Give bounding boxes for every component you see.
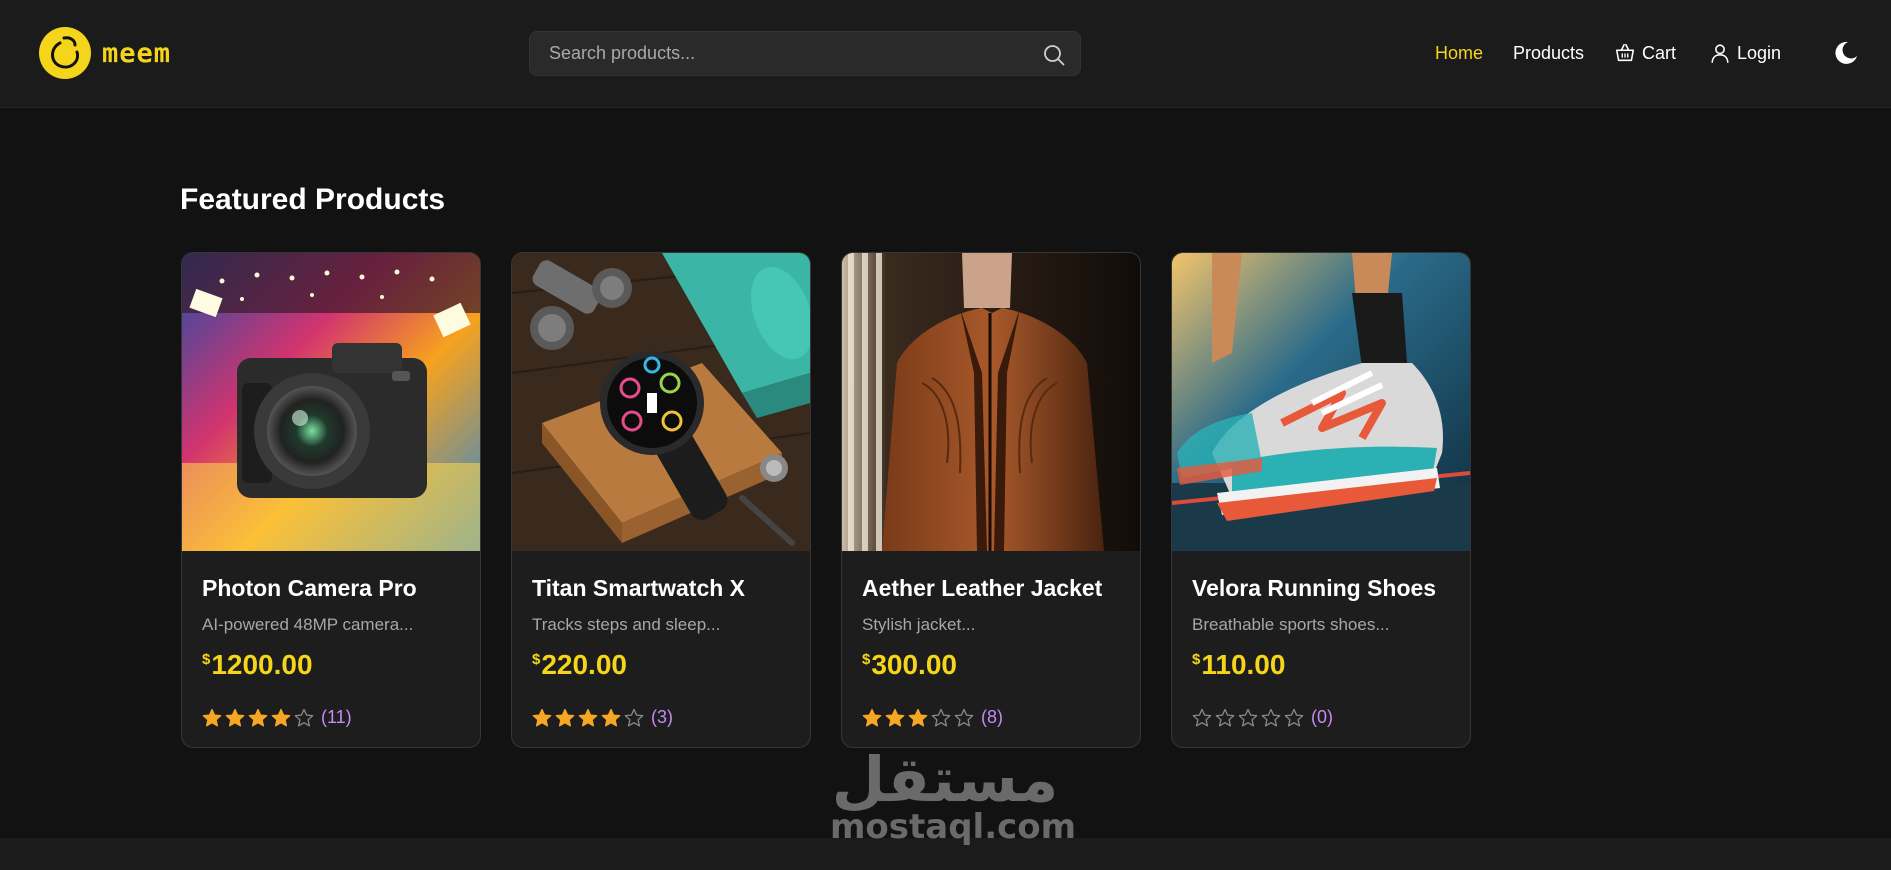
- star-icon: [225, 708, 245, 726]
- product-image-shoes[interactable]: [1172, 253, 1470, 551]
- review-count: (11): [321, 707, 352, 727]
- star-icon: [271, 708, 291, 726]
- product-price: $ 300.00: [862, 649, 1124, 681]
- login-label: Login: [1737, 42, 1782, 63]
- nav-home-link[interactable]: Home: [1435, 40, 1483, 66]
- star-rating: (8): [862, 707, 1124, 728]
- search-icon[interactable]: [1042, 43, 1066, 67]
- watermark-arabic: مستقل: [831, 743, 1059, 816]
- nav-cart-link[interactable]: Cart: [1614, 40, 1676, 66]
- cart-basket-icon: [1615, 43, 1635, 62]
- brand-name: meem: [102, 37, 172, 69]
- user-icon: [1711, 44, 1729, 63]
- product-image-jacket[interactable]: [842, 253, 1140, 551]
- product-description: Tracks steps and sleep...: [532, 615, 721, 634]
- nav-login-link[interactable]: Login: [1709, 40, 1781, 66]
- product-name[interactable]: Titan Smartwatch X: [532, 575, 794, 602]
- price-value: 300.00: [871, 649, 957, 680]
- product-description: AI-powered 48MP camera...: [202, 615, 414, 634]
- product-card[interactable]: Velora Running Shoes Breathable sports s…: [1171, 252, 1471, 748]
- product-image-smartwatch[interactable]: [512, 253, 810, 551]
- section-title: Featured Products: [180, 183, 446, 216]
- product-price: $ 110.00: [1192, 649, 1454, 681]
- product-info: Photon Camera Pro AI-powered 48MP camera…: [202, 575, 464, 728]
- top-header: meem Home Products Cart Login: [0, 0, 1891, 108]
- product-price: $ 1200.00: [202, 649, 464, 681]
- star-icon: [202, 708, 222, 726]
- currency-symbol: $: [1192, 651, 1201, 668]
- search-input[interactable]: [530, 32, 1080, 75]
- logo-icon: [39, 27, 91, 79]
- star-icon: [578, 708, 598, 726]
- star-icon: [908, 708, 928, 726]
- product-info: Aether Leather Jacket Stylish jacket... …: [862, 575, 1124, 728]
- product-card[interactable]: Photon Camera Pro AI-powered 48MP camera…: [181, 252, 481, 748]
- star-icon: [1238, 708, 1258, 726]
- review-count: (3): [651, 707, 673, 727]
- star-icon: [885, 708, 905, 726]
- product-name[interactable]: Photon Camera Pro: [202, 575, 464, 602]
- product-description: Breathable sports shoes...: [1192, 615, 1390, 634]
- product-name[interactable]: Aether Leather Jacket: [862, 575, 1124, 602]
- review-count: (0): [1311, 707, 1333, 727]
- star-icon: [1215, 708, 1235, 726]
- watermark: مستقل mostaql.com: [830, 743, 1077, 857]
- star-rating: (0): [1192, 707, 1454, 728]
- star-icon: [294, 708, 314, 726]
- star-icon: [555, 708, 575, 726]
- moon-icon[interactable]: [1833, 40, 1859, 66]
- product-name[interactable]: Velora Running Shoes: [1192, 575, 1454, 602]
- product-description: Stylish jacket...: [862, 615, 976, 634]
- star-icon: [624, 708, 644, 726]
- star-icon: [954, 708, 974, 726]
- star-icon: [601, 708, 621, 726]
- product-image-camera[interactable]: [182, 253, 480, 551]
- search-bar: [529, 31, 1081, 76]
- nav-products-link[interactable]: Products: [1513, 40, 1584, 66]
- star-icon: [248, 708, 268, 726]
- watermark-latin: mostaql.com: [830, 807, 1077, 847]
- price-value: 110.00: [1201, 649, 1286, 680]
- currency-symbol: $: [202, 651, 211, 668]
- price-value: 220.00: [541, 649, 627, 680]
- star-icon: [1261, 708, 1281, 726]
- product-price: $ 220.00: [532, 649, 794, 681]
- star-icon: [931, 708, 951, 726]
- star-icon: [1284, 708, 1304, 726]
- cart-label: Cart: [1642, 42, 1677, 63]
- star-rating: (3): [532, 707, 794, 728]
- star-icon: [862, 708, 882, 726]
- product-card[interactable]: Aether Leather Jacket Stylish jacket... …: [841, 252, 1141, 748]
- star-icon: [532, 708, 552, 726]
- currency-symbol: $: [532, 651, 541, 668]
- price-value: 1200.00: [211, 649, 313, 680]
- product-info: Titan Smartwatch X Tracks steps and slee…: [532, 575, 794, 728]
- product-info: Velora Running Shoes Breathable sports s…: [1192, 575, 1454, 728]
- star-rating: (11): [202, 707, 464, 728]
- product-card[interactable]: Titan Smartwatch X Tracks steps and slee…: [511, 252, 811, 748]
- star-icon: [1192, 708, 1212, 726]
- currency-symbol: $: [862, 651, 871, 668]
- review-count: (8): [981, 707, 1003, 727]
- logo[interactable]: meem: [38, 26, 171, 80]
